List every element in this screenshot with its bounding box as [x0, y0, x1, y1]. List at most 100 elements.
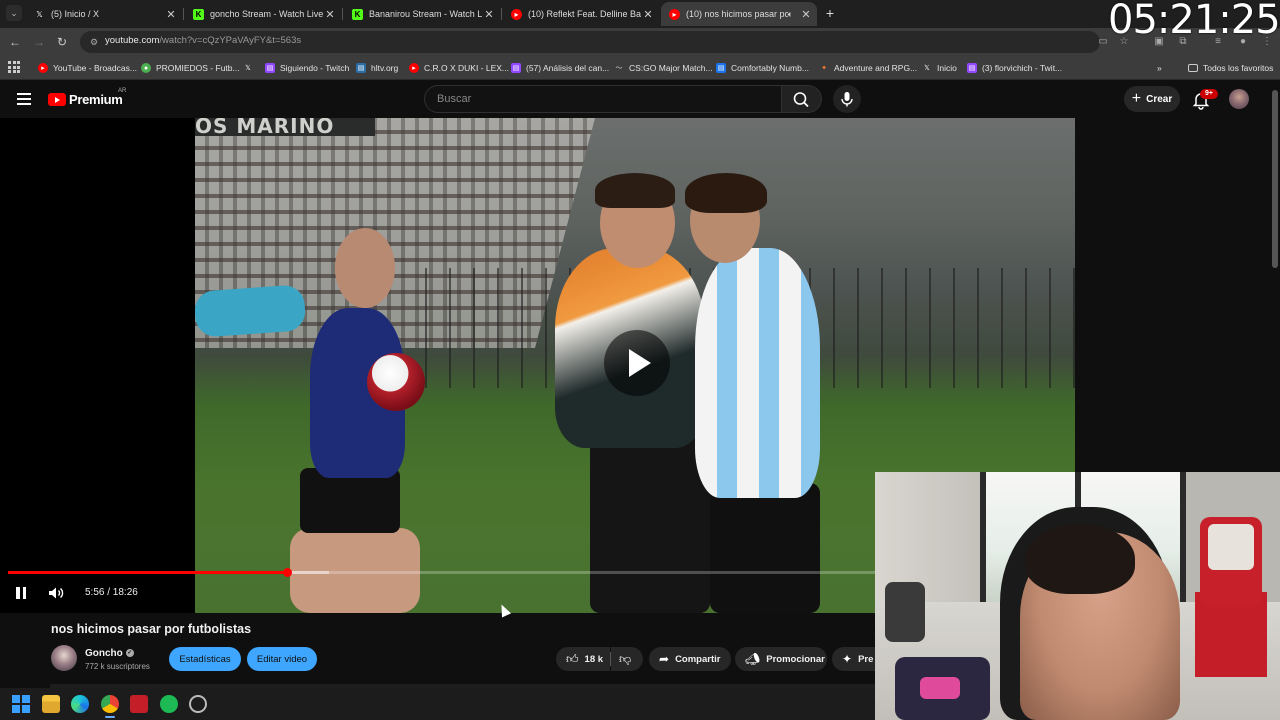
youtube-logo-icon: ▸: [511, 8, 522, 20]
twitch-icon: ▤: [511, 63, 521, 73]
spotify-icon[interactable]: [160, 695, 178, 713]
youtube-header: Premium AR + Crear 9+: [0, 80, 1280, 118]
bookmark-label: YouTube - Broadcas...: [53, 63, 137, 73]
search-button[interactable]: [782, 85, 822, 113]
voice-search-button[interactable]: [833, 85, 861, 113]
site-info-icon[interactable]: ⚙: [88, 36, 100, 48]
create-button[interactable]: + Crear: [1124, 86, 1180, 112]
windows-start-icon[interactable]: [12, 695, 30, 713]
close-tab-icon[interactable]: ✕: [641, 8, 655, 21]
tab-search-icon[interactable]: ⌄: [6, 5, 22, 21]
apps-grid-icon[interactable]: [8, 61, 20, 73]
tab-divider: [501, 8, 502, 20]
channel-name[interactable]: Goncho ✓: [85, 648, 134, 659]
edge-browser-icon[interactable]: [71, 695, 89, 713]
close-tab-icon[interactable]: ✕: [482, 8, 496, 21]
bookmark-item[interactable]: 〜 CS:GO Major Match...: [614, 61, 713, 75]
url-host: youtube.com: [105, 35, 160, 46]
red-app-icon[interactable]: [130, 695, 148, 713]
bookmark-item[interactable]: ▸ C.R.O X DUKI - LEX...: [409, 61, 509, 75]
bookmark-label: (57) Análisis del can...: [526, 63, 610, 73]
twitch-icon: ▤: [967, 63, 977, 73]
cs-icon: 〜: [615, 65, 623, 72]
create-label: Crear: [1146, 93, 1173, 105]
hamburger-menu-icon[interactable]: [17, 93, 31, 105]
close-tab-icon[interactable]: ✕: [323, 8, 337, 21]
video-title: nos hicimos pasar por futbolistas: [51, 622, 252, 636]
dislike-button[interactable]: 👎︎: [611, 647, 643, 671]
like-count: 18 k: [584, 653, 604, 665]
speaker-icon[interactable]: 🔈︎: [788, 9, 793, 20]
close-tab-icon[interactable]: ✕: [799, 8, 813, 21]
chrome-browser-icon[interactable]: [101, 695, 119, 713]
promote-button[interactable]: 📣︎ Promocionar: [735, 647, 827, 671]
bookmark-item[interactable]: ▤ hltv.org: [356, 61, 398, 75]
search-icon: [793, 92, 809, 108]
x-logo-icon: 𝕏: [924, 65, 930, 72]
microphone-icon: [841, 92, 853, 107]
stats-button[interactable]: Estadísticas: [169, 647, 241, 671]
channel-avatar[interactable]: [51, 645, 77, 671]
bookmark-item[interactable]: ▤ (57) Análisis del can...: [511, 61, 609, 75]
bookmark-item[interactable]: 𝕏: [243, 61, 258, 75]
player-middle-hair: [595, 173, 675, 208]
microphone-stand: [885, 582, 925, 642]
browser-tab-strip: ⌄ 𝕏 (5) Inicio / X ✕ K goncho Stream - W…: [0, 0, 1280, 28]
pause-icon[interactable]: [14, 586, 28, 600]
page-scrollbar[interactable]: [1272, 90, 1278, 268]
browser-tab[interactable]: K Bananirou Stream - Watch Live ✕: [344, 2, 500, 26]
bookmark-label: CS:GO Major Match...: [629, 63, 713, 73]
progress-scrubber[interactable]: [282, 568, 292, 577]
bookmark-item[interactable]: ▤ Comfortably Numb...: [716, 61, 809, 75]
tab-title: Bananirou Stream - Watch Live: [369, 9, 482, 19]
kick-logo-icon: K: [352, 8, 363, 20]
browser-tab[interactable]: ▸ (10) Reflekt Feat. Delline Bass - ✕: [503, 2, 659, 26]
bookmark-item[interactable]: ▤ (3) florvichich - Twit...: [967, 61, 1062, 75]
account-avatar[interactable]: [1229, 89, 1249, 109]
bookmarks-overflow-icon[interactable]: »: [1157, 61, 1162, 75]
mini-fridge-door: [1208, 524, 1254, 570]
all-bookmarks-folder[interactable]: Todos los favoritos: [1188, 61, 1273, 75]
browser-tab[interactable]: 𝕏 (5) Inicio / X ✕: [26, 2, 182, 26]
file-explorer-icon[interactable]: [42, 695, 60, 713]
bookmark-item[interactable]: ✦ Adventure and RPG...: [819, 61, 917, 75]
back-arrow-icon[interactable]: ←: [7, 34, 23, 50]
reload-icon[interactable]: ↻: [54, 34, 70, 50]
forward-arrow-icon[interactable]: →: [31, 34, 47, 50]
verified-check-icon: ✓: [125, 649, 134, 658]
search-input[interactable]: [435, 91, 765, 107]
new-tab-icon[interactable]: +: [823, 5, 837, 21]
kick-logo-icon: K: [193, 8, 204, 20]
share-button[interactable]: ➦ Compartir: [649, 647, 731, 671]
like-button[interactable]: 👍︎ 18 k: [556, 647, 610, 671]
bookmark-item[interactable]: ▸ YouTube - Broadcas...: [38, 61, 137, 75]
youtube-premium-logo[interactable]: Premium: [48, 92, 123, 107]
browser-tab[interactable]: K goncho Stream - Watch Live on ✕: [185, 2, 341, 26]
promote-label: Promocionar: [766, 653, 825, 665]
big-play-icon[interactable]: [604, 330, 670, 396]
bookmark-item[interactable]: ● PROMIEDOS - Futb...: [141, 61, 240, 75]
bookmark-label: Inicio: [937, 63, 957, 73]
search-box[interactable]: [424, 85, 782, 113]
bookmark-item[interactable]: 𝕏 Inicio: [922, 61, 957, 75]
video-player[interactable]: OS MARINO: [0, 118, 1075, 613]
folder-icon: [1188, 64, 1198, 72]
obs-studio-icon[interactable]: [189, 695, 207, 713]
progress-bar[interactable]: [8, 568, 876, 577]
browser-tab-active[interactable]: ▸ (10) nos hicimos pasar por 🔈︎ ✕: [661, 2, 817, 26]
premium-feature-button[interactable]: ✦ Pre: [832, 647, 880, 671]
url-text[interactable]: youtube.com/watch?v=cQzYPaVAyFY&t=563s: [105, 35, 301, 46]
time-display: 5:56 / 18:26: [85, 587, 138, 598]
overlay-clock: 05:21:25: [1108, 0, 1280, 43]
bookmark-label: (3) florvichich - Twit...: [982, 63, 1063, 73]
player-left-head: [335, 228, 395, 308]
megaphone-icon: 📣︎: [745, 652, 761, 666]
bookmark-item[interactable]: ▤ Siguiendo - Twitch: [265, 61, 349, 75]
bookmark-label: C.R.O X DUKI - LEX...: [424, 63, 510, 73]
address-bar[interactable]: ⚙ youtube.com/watch?v=cQzYPaVAyFY&t=563s: [80, 31, 1100, 53]
volume-icon[interactable]: [48, 586, 66, 600]
edit-video-button[interactable]: Editar video: [247, 647, 317, 671]
tab-title: (10) nos hicimos pasar por: [686, 9, 788, 19]
folder-label: Todos los favoritos: [1203, 63, 1274, 73]
close-tab-icon[interactable]: ✕: [164, 8, 178, 21]
